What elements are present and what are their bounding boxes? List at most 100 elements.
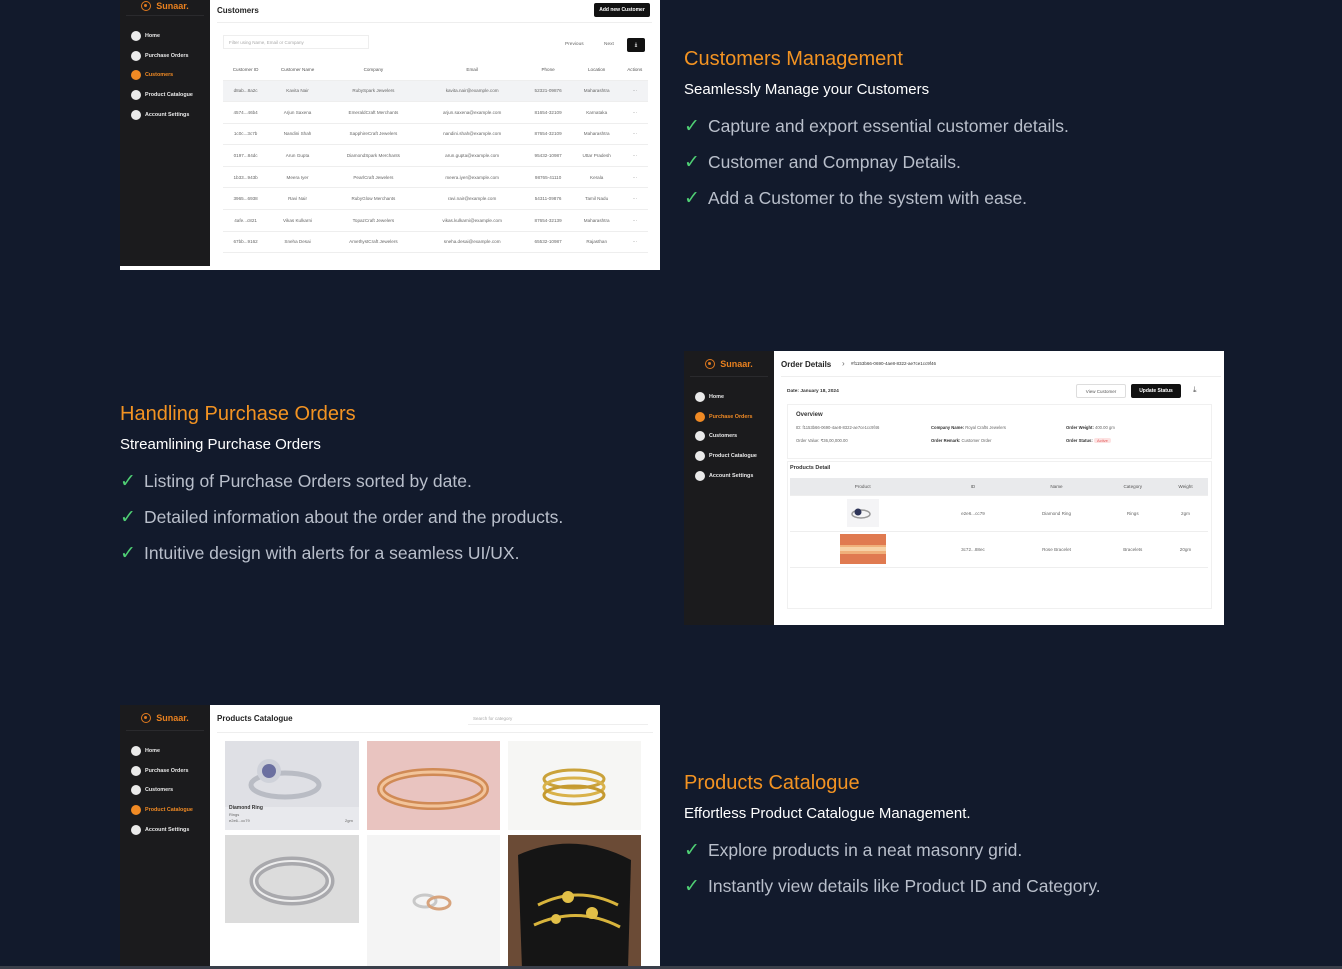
table-cell: nandini.shah@example.com	[419, 123, 525, 146]
column-header[interactable]: Location	[571, 60, 622, 81]
nav-customers[interactable]: Customers	[684, 426, 774, 446]
row-actions-button[interactable]: ···	[621, 101, 648, 124]
add-customer-button[interactable]: Add new Customer	[594, 3, 650, 17]
sidebar: Sunaar. Home Purchase Orders Customers P…	[120, 705, 210, 969]
logo-icon	[141, 712, 152, 723]
row-actions-button[interactable]: ···	[621, 209, 648, 232]
table-cell: sneha.desai@example.com	[419, 231, 525, 254]
category-search-input[interactable]: Search for category	[468, 712, 648, 725]
product-card[interactable]	[225, 835, 359, 923]
home-icon	[131, 745, 141, 756]
order-id-breadcrumb: #f1153b66-0690-4ae8-8322-ae7ce1cc9f46	[851, 361, 936, 366]
product-card[interactable]	[367, 741, 500, 830]
column-header[interactable]: Customer ID	[223, 60, 269, 81]
product-category: Rings	[229, 812, 240, 817]
page-title: Products Catalogue	[217, 714, 293, 723]
product-card[interactable]: Diamond Ring Rings e2e6...cc79 2gm	[225, 741, 359, 830]
product-card[interactable]	[367, 835, 500, 969]
product-thumb	[790, 531, 936, 568]
row-actions-button[interactable]: ···	[621, 166, 648, 189]
table-cell: Uttar Pradesh	[571, 144, 622, 167]
table-cell: 52321-09876	[524, 80, 572, 103]
section-title: Products Catalogue	[684, 772, 860, 794]
nav-customers[interactable]: Customers	[120, 780, 210, 800]
nav-product-catalogue[interactable]: Product Catalogue	[120, 800, 210, 820]
check-icon: ✓	[120, 506, 136, 528]
table-row[interactable]: 4574...46b4 Arjun Saxena EmeraldCraft Merc…	[223, 101, 648, 124]
column-header: ID	[935, 478, 1011, 496]
catalogue-icon	[131, 89, 141, 100]
row-actions-button[interactable]: ···	[621, 231, 648, 254]
nav-purchase-orders[interactable]: Purchase Orders	[684, 407, 774, 427]
table-cell: Tamil Nadu	[571, 187, 622, 211]
section-customers-text: Customers Management Seamlessly Manage y…	[684, 48, 1069, 216]
catalogue-icon	[131, 804, 141, 815]
settings-icon	[131, 109, 141, 120]
table-row[interactable]: 4afe...c821 Vikas Kulkarni TopazCraft Jewe…	[223, 209, 648, 232]
check-icon: ✓	[684, 115, 700, 137]
download-button[interactable]: ⤓	[627, 38, 645, 52]
settings-icon	[131, 824, 141, 835]
table-cell: 0197...84dc	[223, 144, 269, 167]
column-header[interactable]: Customer Name	[268, 60, 327, 81]
column-header[interactable]: Phone	[524, 60, 572, 81]
check-icon: ✓	[120, 470, 136, 492]
page-title: Customers	[217, 6, 259, 15]
nav-account-settings[interactable]: Account Settings	[684, 466, 774, 486]
table-row[interactable]: 3965...6938 Ravi Nair RubyGlow Merchants ra…	[223, 187, 648, 211]
table-row[interactable]: 1c0c...3c7b Nandini Shah SapphireCraft Jew…	[223, 123, 648, 146]
table-cell: vikas.kulkarni@example.com	[419, 209, 525, 232]
product-card[interactable]	[508, 835, 641, 969]
table-cell: SapphireCraft Jewelers	[326, 123, 420, 146]
update-status-button[interactable]: Update Status	[1131, 384, 1181, 398]
table-cell: 4afe...c821	[223, 209, 269, 232]
download-icon[interactable]: ⤓	[1193, 385, 1197, 395]
table-cell: 81654-32109	[524, 101, 572, 124]
table-cell: d8ab...8a2c	[223, 80, 269, 103]
customers-icon	[695, 431, 705, 442]
product-weight: 2gm	[345, 818, 353, 823]
column-header: Weight	[1163, 478, 1208, 496]
table-cell: ravi.nair@example.com	[419, 187, 525, 211]
orders-icon	[695, 411, 705, 422]
table-row[interactable]: d8ab...8a2c Kavita Nair RubySpark Jewelers…	[223, 80, 648, 103]
section-orders-text: Handling Purchase Orders Streamlining Pu…	[120, 403, 563, 571]
table-cell: 95432-10987	[524, 144, 572, 167]
filter-input[interactable]: Filter using Name, Email or Company	[223, 35, 369, 49]
feature-item: ✓ Explore products in a neat masonry grid…	[684, 839, 1023, 861]
table-row[interactable]: 3c72...88ec Rose Bracelet Bracelets 20gm	[790, 531, 1208, 568]
next-button[interactable]: Next	[604, 42, 614, 47]
row-actions-button[interactable]: ···	[621, 144, 648, 167]
product-card[interactable]	[508, 741, 641, 830]
order-products-table: Product ID Name Category Weight e2e6...c…	[790, 478, 1208, 568]
nav-account-settings[interactable]: Account Settings	[120, 105, 210, 125]
nav-home[interactable]: Home	[684, 387, 774, 407]
nav-product-catalogue[interactable]: Product Catalogue	[120, 85, 210, 105]
column-header[interactable]: Company	[326, 60, 420, 81]
nav-product-catalogue[interactable]: Product Catalogue	[684, 446, 774, 466]
nav-home[interactable]: Home	[120, 26, 210, 46]
table-row[interactable]: e2e6...cc79 Diamond Ring Rings 2gm	[790, 495, 1208, 532]
nav-customers[interactable]: Customers	[120, 65, 210, 85]
order-weight-line: Order Weight: 400.00 gm	[1066, 425, 1115, 430]
customers-main: Customers Add new Customer Filter using …	[210, 0, 660, 270]
table-row[interactable]: 1b33...943b Meera Iyer PearlCraft Jewelers…	[223, 166, 648, 189]
table-row[interactable]: 67bb...9162 Sneha Desai AmethystCraft Jewe…	[223, 231, 648, 254]
nav-purchase-orders[interactable]: Purchase Orders	[120, 761, 210, 781]
nav-purchase-orders[interactable]: Purchase Orders	[120, 46, 210, 66]
product-image	[225, 835, 359, 923]
row-actions-button[interactable]: ···	[621, 123, 648, 146]
row-actions-button[interactable]: ···	[621, 187, 648, 211]
table-cell: RubyGlow Merchants	[326, 187, 420, 211]
row-actions-button[interactable]: ···	[621, 80, 648, 103]
previous-button[interactable]: Previous	[565, 42, 584, 47]
column-header[interactable]: Email	[419, 60, 525, 81]
view-customer-button[interactable]: View Customer	[1076, 384, 1126, 398]
table-row[interactable]: 0197...84dc Arun Gupta DiamondSpark Mercha…	[223, 144, 648, 167]
table-cell: Maharashtra	[571, 209, 622, 232]
section-catalogue-text: Products Catalogue Effortless Product Ca…	[684, 772, 1101, 904]
logo-icon	[141, 0, 152, 11]
table-cell: Vikas Kulkarni	[268, 209, 327, 232]
nav-home[interactable]: Home	[120, 741, 210, 761]
nav-account-settings[interactable]: Account Settings	[120, 820, 210, 840]
